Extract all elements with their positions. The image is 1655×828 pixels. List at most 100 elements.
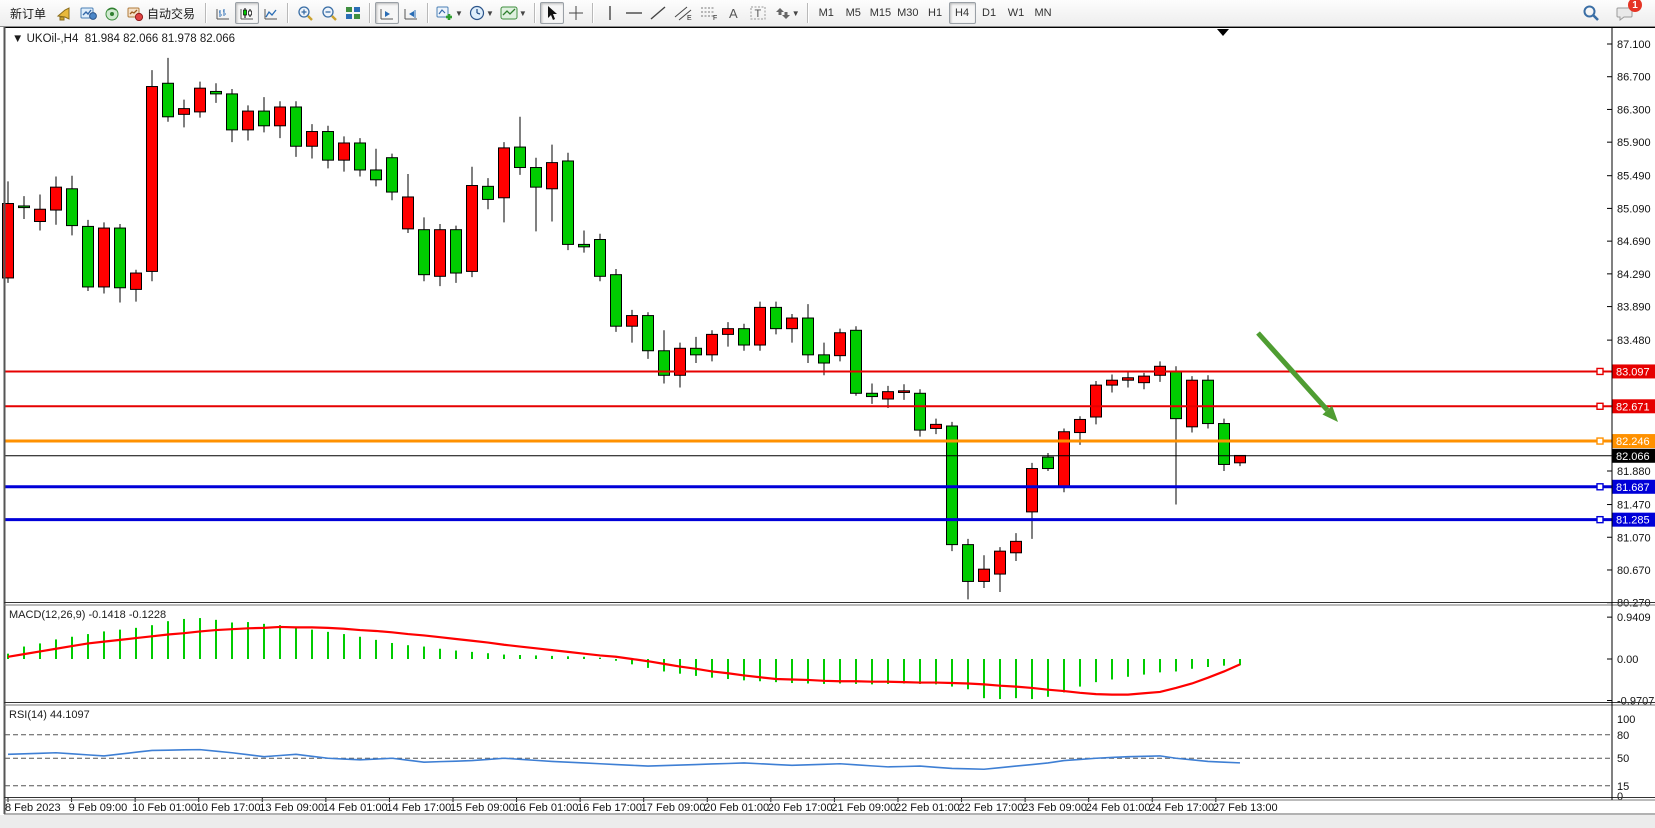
- candle-bull: [35, 209, 46, 221]
- time-tick-label: 9 Feb 09:00: [69, 802, 128, 814]
- price-badge-label: 82.066: [1616, 451, 1650, 463]
- cursor-button[interactable]: [540, 2, 564, 24]
- text-button[interactable]: A: [722, 2, 746, 24]
- price-tick-label: 80.270: [1617, 598, 1651, 610]
- candle-bear: [211, 91, 222, 93]
- time-tick-label: 22 Feb 01:00: [895, 802, 960, 814]
- indicators-button[interactable]: ▼: [433, 2, 466, 24]
- equidistant-channel-button[interactable]: E: [670, 2, 696, 24]
- candle-bear: [83, 226, 94, 287]
- candle-bull: [99, 228, 110, 287]
- time-tick-label: 24 Feb 17:00: [1149, 802, 1214, 814]
- price-tick-label: 81.070: [1617, 532, 1651, 544]
- macd-tick-label: -0.9707: [1617, 696, 1654, 708]
- horizontal-line-icon: [625, 7, 643, 19]
- arrows-tool-icon: [773, 6, 791, 21]
- autotrading-button[interactable]: 自动交易: [124, 2, 201, 24]
- horizontal-line-button[interactable]: [622, 2, 646, 24]
- alerts-button[interactable]: [52, 2, 76, 24]
- notifications-button[interactable]: 1: [1613, 2, 1637, 24]
- cursor-icon: [545, 5, 559, 21]
- price-tick-label: 81.470: [1617, 500, 1651, 512]
- line-anchor-handle[interactable]: [1597, 517, 1603, 523]
- zoom-out-button[interactable]: [317, 2, 341, 24]
- timeframe-h4-button[interactable]: H4: [949, 2, 976, 24]
- zoom-in-button[interactable]: [293, 2, 317, 24]
- search-button[interactable]: [1579, 2, 1603, 24]
- periods-button[interactable]: ▼: [466, 2, 497, 24]
- notification-badge: 1: [1628, 0, 1642, 12]
- signal-icon: [104, 6, 121, 21]
- templates-button[interactable]: ▼: [497, 2, 530, 24]
- time-tick-label: 14 Feb 17:00: [386, 802, 451, 814]
- trendline-button[interactable]: [646, 2, 670, 24]
- candle-bull: [275, 107, 286, 126]
- time-tick-label: 21 Feb 09:00: [831, 802, 896, 814]
- candle-bear: [355, 143, 366, 170]
- price-tick-label: 85.090: [1617, 203, 1651, 215]
- autotrading-icon: [127, 6, 144, 21]
- candle-bull: [1011, 541, 1022, 552]
- timeframe-m30-button[interactable]: M30: [894, 2, 921, 24]
- candle-bull: [723, 329, 734, 335]
- candle-bear: [291, 107, 302, 146]
- dropdown-caret-icon: ▼: [519, 9, 527, 18]
- fibonacci-button[interactable]: F: [696, 2, 722, 24]
- chart-background: [0, 27, 1655, 828]
- collapse-marker-icon[interactable]: ▼: [12, 33, 23, 45]
- market-watch-button[interactable]: [76, 2, 100, 24]
- candle-bear: [115, 228, 126, 288]
- chart-shift-button[interactable]: [399, 2, 423, 24]
- timeframe-label: M30: [897, 7, 918, 19]
- line-anchor-handle[interactable]: [1597, 438, 1603, 444]
- svg-text:A: A: [729, 6, 738, 21]
- new-order-button[interactable]: 新订单: [4, 2, 52, 24]
- candle-bear: [867, 393, 878, 396]
- candle-bull: [1027, 469, 1038, 512]
- line-anchor-handle[interactable]: [1597, 484, 1603, 490]
- candle-bull: [755, 307, 766, 345]
- time-tick-label: 8 Feb 2023: [5, 802, 61, 814]
- zoom-in-icon: [297, 5, 314, 21]
- tile-windows-button[interactable]: [341, 2, 365, 24]
- indicators-icon: [436, 6, 454, 21]
- candle-bull: [467, 186, 478, 272]
- timeframe-d1-button[interactable]: D1: [976, 2, 1003, 24]
- new-order-label: 新订单: [7, 5, 49, 22]
- time-tick-label: 15 Feb 09:00: [450, 802, 515, 814]
- zoom-out-icon: [321, 5, 338, 21]
- line-chart-button[interactable]: [259, 2, 283, 24]
- candle-bear: [739, 329, 750, 345]
- timeframe-m5-button[interactable]: M5: [840, 2, 867, 24]
- text-label-button[interactable]: T: [746, 2, 770, 24]
- rsi-tick-label: 50: [1617, 753, 1629, 765]
- vertical-line-icon: [604, 5, 616, 21]
- arrows-tool-button[interactable]: ▼: [770, 2, 803, 24]
- line-anchor-handle[interactable]: [1597, 403, 1603, 409]
- candle-bull: [51, 187, 62, 210]
- timeframe-h1-button[interactable]: H1: [922, 2, 949, 24]
- candle-bull: [243, 111, 254, 130]
- tile-windows-icon: [345, 6, 361, 20]
- crosshair-button[interactable]: [564, 2, 588, 24]
- chart-title: ▼ UKOil-,H4 81.984 82.066 81.978 82.066: [12, 33, 235, 45]
- candlestick-chart-button[interactable]: [235, 2, 259, 24]
- line-anchor-handle[interactable]: [1597, 368, 1603, 374]
- bar-chart-button[interactable]: [211, 2, 235, 24]
- timeframe-label: MN: [1034, 7, 1051, 19]
- rsi-indicator-label: RSI(14) 44.1097: [9, 709, 90, 721]
- auto-scroll-button[interactable]: [375, 2, 399, 24]
- candle-bear: [643, 316, 654, 351]
- candle-bull: [883, 392, 894, 399]
- rsi-tick-label: 80: [1617, 730, 1629, 742]
- toolbar-separator: [205, 3, 207, 23]
- candle-bear: [259, 111, 270, 126]
- signals-button[interactable]: [100, 2, 124, 24]
- timeframe-w1-button[interactable]: W1: [1003, 2, 1030, 24]
- timeframe-m1-button[interactable]: M1: [813, 2, 840, 24]
- timeframe-m15-button[interactable]: M15: [867, 2, 894, 24]
- chart-canvas[interactable]: 83.09782.67182.24682.06681.68781.28587.1…: [0, 0, 1655, 828]
- price-tick-label: 86.300: [1617, 104, 1651, 116]
- timeframe-mn-button[interactable]: MN: [1030, 2, 1057, 24]
- vertical-line-button[interactable]: [598, 2, 622, 24]
